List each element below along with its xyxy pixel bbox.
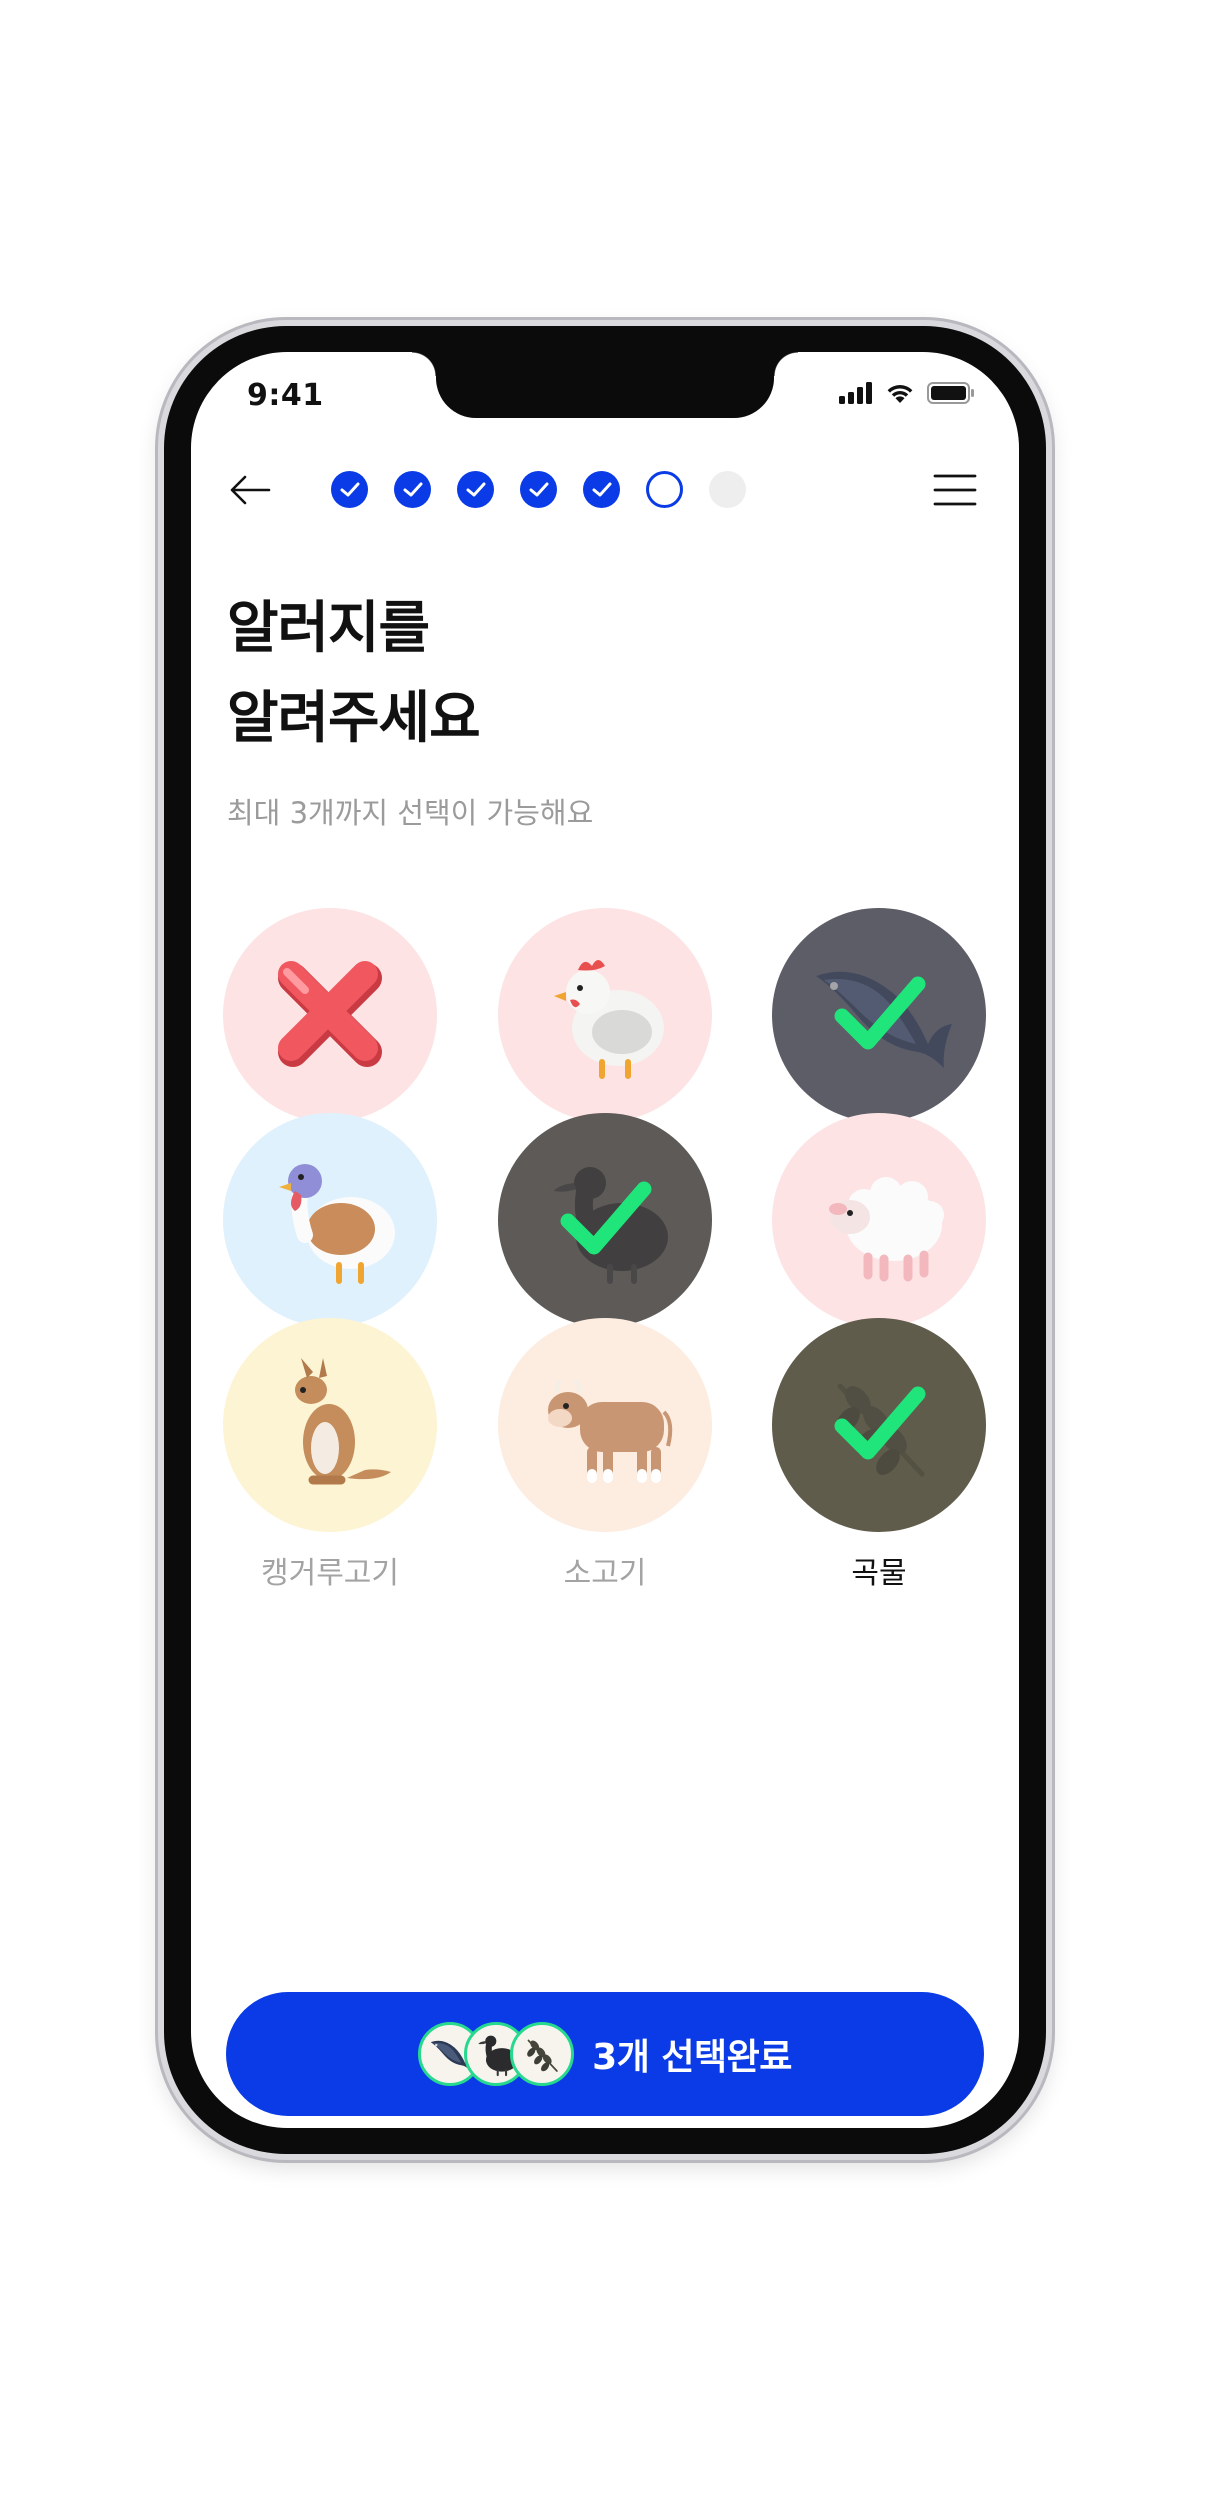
option-circle	[223, 908, 437, 1122]
option-circle	[498, 1113, 712, 1327]
chicken-icon	[530, 940, 680, 1090]
selected-check-icon	[832, 1380, 928, 1470]
option-label: 곡물	[851, 1556, 907, 1591]
option-circle	[772, 1318, 986, 1532]
selected-check-icon	[832, 970, 928, 1060]
option-label: 캥거루고기	[261, 1556, 399, 1591]
option-circle	[772, 1113, 986, 1327]
thumbnail-grain-icon	[510, 2022, 575, 2086]
option-circle	[772, 908, 986, 1122]
cow-icon	[530, 1350, 680, 1500]
allergy-option[interactable]: 캥거루고기	[212, 1318, 448, 1598]
app-screen: 9:41 알러지를 알려주세요 최대 3개까지 선택이 가능해요 캥거루고기 소…	[191, 352, 1019, 2128]
turkey-icon	[255, 1145, 405, 1295]
option-circle	[223, 1113, 437, 1327]
option-circle	[498, 908, 712, 1122]
complete-selection-button[interactable]: 3개 선택완료	[226, 1992, 984, 2116]
red-x-icon	[265, 950, 395, 1080]
selected-check-icon	[558, 1175, 654, 1265]
kangaroo-icon	[255, 1350, 405, 1500]
option-label: 소고기	[563, 1556, 647, 1591]
sheep-icon	[804, 1145, 954, 1295]
option-circle	[223, 1318, 437, 1532]
complete-selection-label: 3개 선택완료	[592, 2037, 792, 2078]
allergy-option[interactable]: 곡물	[761, 1318, 997, 1598]
allergy-options-grid: 없음/모름 닭고기 연어/생선 칠면조고기 오리고기	[191, 352, 1019, 2128]
option-circle	[498, 1318, 712, 1532]
selected-thumbnails	[418, 2022, 575, 2086]
allergy-option[interactable]: 소고기	[487, 1318, 723, 1598]
